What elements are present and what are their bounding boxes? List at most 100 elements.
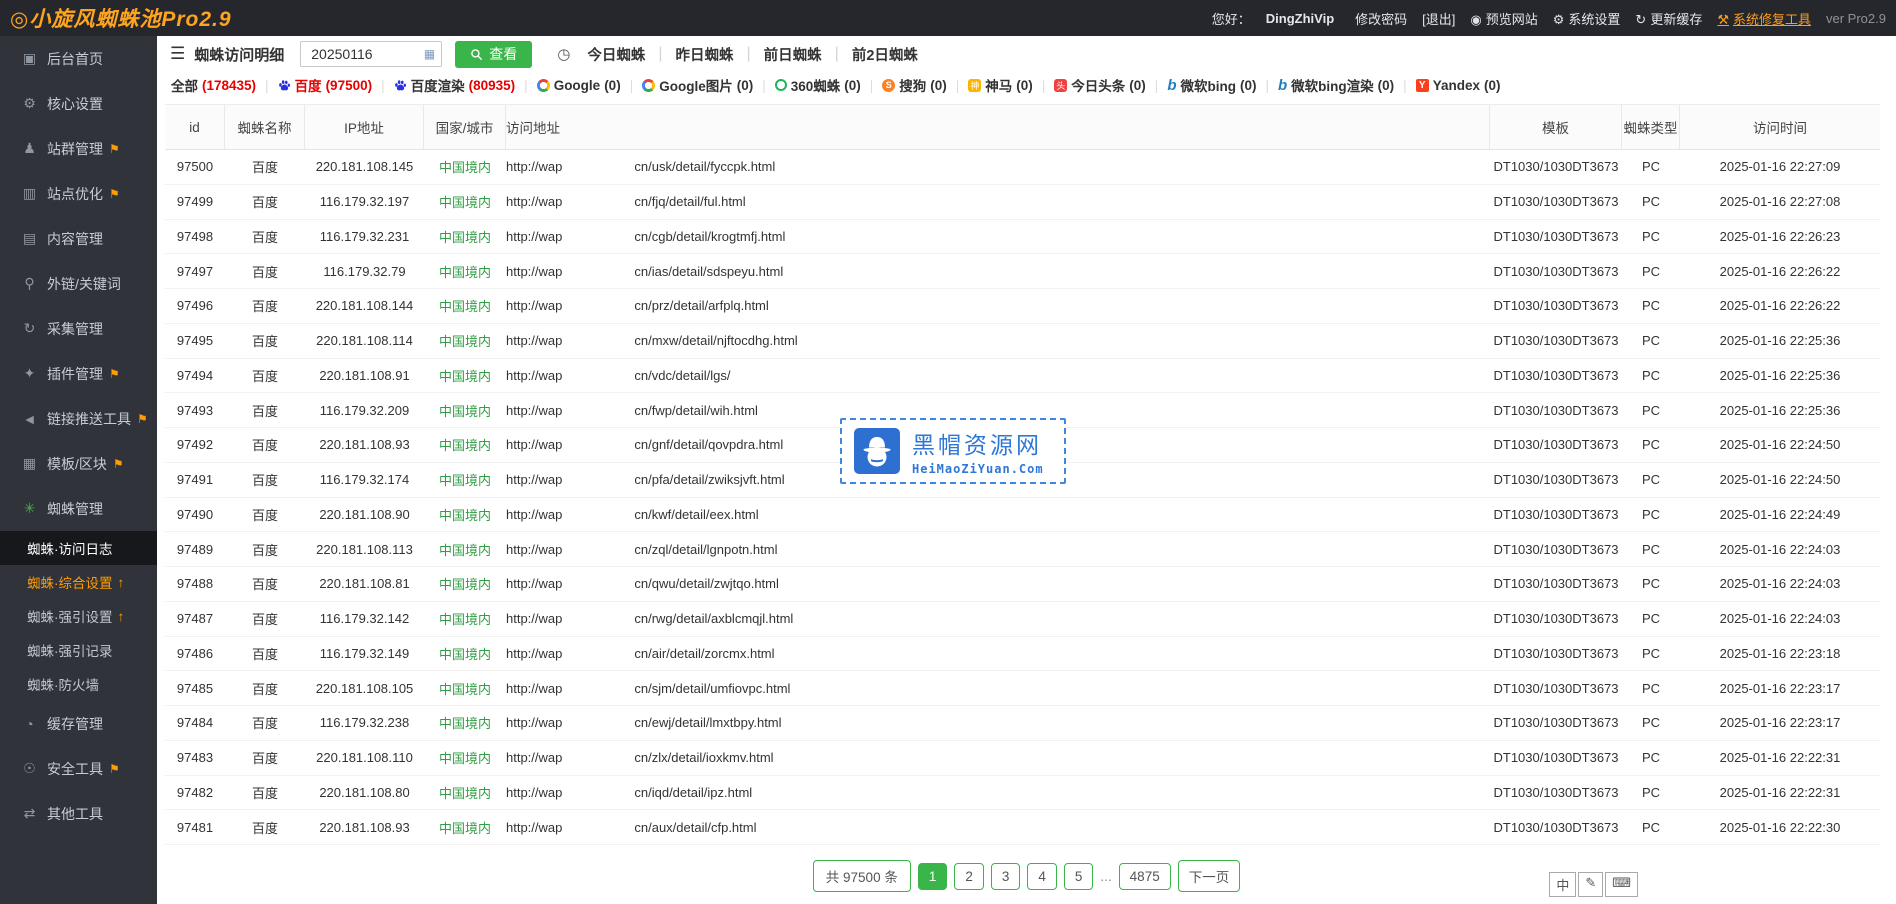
cell-ip: 220.181.108.105 — [305, 681, 424, 696]
filter-tab-Google图片[interactable]: Google图片(0) — [642, 75, 753, 95]
date-input[interactable] — [309, 45, 424, 63]
sidebar-item-17[interactable]: ☉安全工具⚑ — [0, 746, 157, 791]
url-censor-block — [562, 368, 634, 383]
filter-tab-全部[interactable]: 全部(178435) — [171, 75, 256, 95]
filter-label: 今日头条 — [1071, 75, 1125, 95]
yandex-icon: Y — [1416, 79, 1429, 92]
sidebar-item-2[interactable]: ♟站群管理⚑ — [0, 126, 157, 171]
sidebar-subitem-12[interactable]: 蜘蛛·综合设置↑ — [0, 565, 157, 599]
filter-tab-今日头条[interactable]: 头今日头条(0) — [1054, 75, 1146, 95]
table-row: 97499百度116.179.32.197中国境内http://wapcn/fj… — [165, 185, 1880, 220]
page-button-3[interactable]: 3 — [991, 863, 1021, 890]
sidebar-item-1[interactable]: ⚙核心设置 — [0, 81, 157, 126]
cell-template: DT1030/1030DT3673 — [1490, 229, 1622, 244]
sidebar-item-7[interactable]: ✦插件管理⚑ — [0, 351, 157, 396]
quick-link-2[interactable]: 前日蜘蛛 — [751, 44, 835, 65]
url-tail: cn/mxw/detail/njftocdhg.html — [634, 333, 797, 348]
repair-tool-link[interactable]: ⚒系统修复工具 — [1717, 9, 1811, 28]
sidebar-item-18[interactable]: ⇄其他工具 — [0, 791, 157, 836]
view-button[interactable]: 查看 — [455, 41, 532, 68]
cell-url: http://wapcn/zlx/detail/ioxkmv.html — [506, 750, 1490, 765]
cell-url: http://wapcn/zql/detail/lgnpotn.html — [506, 542, 1490, 557]
page-button-4[interactable]: 4 — [1027, 863, 1057, 890]
url-censor-block — [562, 159, 634, 174]
sidebar-item-5[interactable]: ⚲外链/关键词 — [0, 261, 157, 306]
filter-count: (0) — [604, 78, 621, 93]
filter-label: Google — [554, 78, 601, 93]
sidebar-item-16[interactable]: ◔缓存管理 — [0, 701, 157, 746]
sidebar-subitem-14[interactable]: 蜘蛛·强引记录 — [0, 633, 157, 667]
cell-template: DT1030/1030DT3673 — [1490, 576, 1622, 591]
ime-key-1[interactable]: ✎ — [1578, 872, 1603, 897]
quick-link-0[interactable]: 今日蜘蛛 — [574, 44, 658, 65]
system-settings-link[interactable]: ⚙系统设置 — [1553, 9, 1621, 28]
ime-key-2[interactable]: ⌨ — [1605, 872, 1638, 897]
logout-link[interactable]: [退出] — [1422, 9, 1455, 28]
pagination-total: 共 97500 条 — [813, 860, 911, 892]
page-button-5[interactable]: 5 — [1064, 863, 1094, 890]
page-button-1[interactable]: 1 — [918, 863, 948, 890]
preview-site-link[interactable]: ◉预览网站 — [1470, 9, 1537, 28]
ime-key-0[interactable]: 中 — [1549, 872, 1576, 897]
update-cache-link[interactable]: ↻更新缓存 — [1635, 9, 1702, 28]
next-page-button[interactable]: 下一页 — [1178, 860, 1241, 892]
sidebar-item-6[interactable]: ↻采集管理 — [0, 306, 157, 351]
column-header-rg: 国家/城市 — [424, 105, 506, 149]
url-prefix: http://wap — [506, 681, 562, 696]
360-icon — [775, 79, 787, 91]
shenma-icon: 神 — [968, 79, 981, 92]
cell-ip: 116.179.32.79 — [305, 264, 424, 279]
quick-link-1[interactable]: 昨日蜘蛛 — [663, 44, 747, 65]
filter-tab-微软bing渲染[interactable]: b微软bing渲染(0) — [1278, 75, 1394, 95]
filter-separator: | — [762, 78, 766, 93]
filter-tab-Google[interactable]: Google(0) — [537, 78, 621, 93]
filter-tab-Yandex[interactable]: YYandex(0) — [1416, 78, 1501, 93]
filter-count: (80935) — [469, 78, 516, 93]
cell-ip: 116.179.32.197 — [305, 194, 424, 209]
sidebar-item-4[interactable]: ▤内容管理 — [0, 216, 157, 261]
cell-visit-time: 2025-01-16 22:25:36 — [1680, 368, 1880, 383]
column-header-url: 访问地址 — [506, 105, 1490, 149]
cell-ip: 220.181.108.81 — [305, 576, 424, 591]
change-password-link[interactable]: 修改密码 — [1355, 9, 1407, 28]
cell-id: 97486 — [165, 646, 225, 661]
filter-tab-搜狗[interactable]: S搜狗(0) — [882, 75, 947, 95]
filter-label: 搜狗 — [899, 75, 926, 95]
doc-icon: ▤ — [21, 230, 38, 247]
sidebar-item-8[interactable]: ◄链接推送工具⚑ — [0, 396, 157, 441]
cell-region: 中国境内 — [424, 713, 506, 732]
table-row: 97483百度220.181.108.110中国境内http://wapcn/z… — [165, 741, 1880, 776]
url-prefix: http://wap — [506, 611, 562, 626]
sidebar-subitem-13[interactable]: 蜘蛛·强引设置↑ — [0, 599, 157, 633]
filter-tab-百度渲染[interactable]: 百度渲染(80935) — [394, 75, 516, 95]
calendar-icon[interactable]: ▦ — [424, 47, 435, 61]
filter-tab-神马[interactable]: 神神马(0) — [968, 75, 1033, 95]
cell-url: http://wapcn/sjm/detail/umfiovpc.html — [506, 681, 1490, 696]
sidebar-item-10[interactable]: ✳蜘蛛管理 — [0, 486, 157, 531]
app-title: ◎小旋风蜘蛛池Pro2.9 — [10, 3, 232, 33]
url-tail: cn/air/detail/zorcmx.html — [634, 646, 774, 661]
bing-icon: b — [1278, 77, 1287, 94]
filter-tab-360蜘蛛[interactable]: 360蜘蛛(0) — [775, 75, 861, 95]
sidebar-item-3[interactable]: ▥站点优化⚑ — [0, 171, 157, 216]
page-button-2[interactable]: 2 — [954, 863, 984, 890]
cell-id: 97500 — [165, 159, 225, 174]
filter-tab-微软bing[interactable]: b微软bing(0) — [1167, 75, 1256, 95]
cell-id: 97495 — [165, 333, 225, 348]
sidebar-subitem-11[interactable]: 蜘蛛·访问日志 — [0, 531, 157, 565]
url-censor-block — [562, 820, 634, 835]
sidebar-subitem-15[interactable]: 蜘蛛·防火墙 — [0, 667, 157, 701]
url-tail: cn/aux/detail/cfp.html — [634, 820, 756, 835]
filter-count: (97500) — [326, 78, 373, 93]
cell-region: 中国境内 — [424, 748, 506, 767]
page-button-4875[interactable]: 4875 — [1119, 863, 1171, 890]
sidebar-item-9[interactable]: ▦模板/区块⚑ — [0, 441, 157, 486]
filter-tab-百度[interactable]: 百度(97500) — [278, 75, 373, 95]
spider-icon: ✳ — [21, 500, 38, 517]
greeting-label: 您好： — [1212, 9, 1251, 28]
cell-ip: 220.181.108.90 — [305, 507, 424, 522]
table-row: 97489百度220.181.108.113中国境内http://wapcn/z… — [165, 532, 1880, 567]
cell-id: 97482 — [165, 785, 225, 800]
quick-link-3[interactable]: 前2日蜘蛛 — [839, 44, 931, 65]
sidebar-item-0[interactable]: ▣后台首页 — [0, 36, 157, 81]
